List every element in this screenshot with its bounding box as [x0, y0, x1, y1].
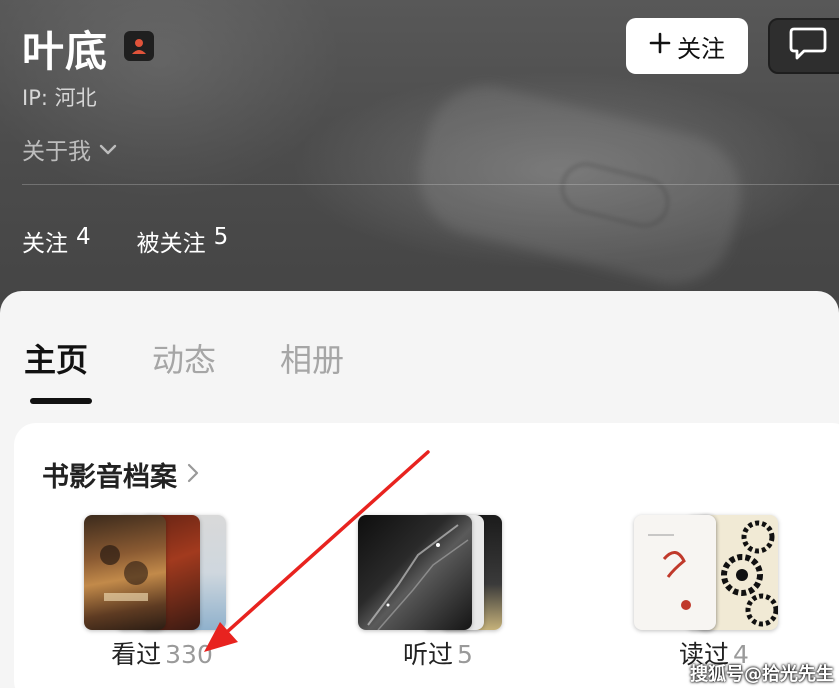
archive-card: 书影音档案 看过 330 听过 5 读过 4 [14, 423, 839, 688]
following-label: 关注 [22, 231, 68, 257]
followers-count: 5 [213, 224, 229, 250]
follow-button-label: 关注 [677, 34, 725, 63]
archive-item-watched[interactable]: 看过 330 [82, 515, 242, 685]
header-divider [22, 184, 839, 185]
message-button[interactable] [768, 18, 839, 74]
about-me-toggle[interactable]: 关于我 [22, 132, 117, 166]
book-cover-1 [634, 515, 716, 630]
tab-album[interactable]: 相册 [280, 335, 344, 381]
profile-header: 叶底 IP: 河北 关于我 关注 4 被关注 5 关注 [0, 0, 839, 300]
follow-button[interactable]: 关注 [626, 18, 748, 74]
movie-cover-1 [84, 515, 166, 630]
music-cover-1 [358, 515, 472, 630]
tab-home[interactable]: 主页 [24, 335, 88, 381]
active-tab-indicator [30, 398, 92, 404]
ip-location: IP: 河北 [22, 86, 97, 110]
follow-stats: 关注 4 被关注 5 [22, 224, 228, 258]
plus-icon [649, 32, 671, 60]
archive-item-listened[interactable]: 听过 5 [358, 515, 518, 685]
tab-activity[interactable]: 动态 [152, 335, 216, 381]
following-count: 4 [76, 224, 91, 250]
following-stat[interactable]: 关注 4 [22, 224, 91, 258]
followers-stat[interactable]: 被关注 5 [137, 224, 229, 258]
listened-label-row: 听过 5 [358, 635, 518, 671]
chat-bubble-icon [788, 26, 828, 66]
archive-title: 书影音档案 [42, 462, 177, 493]
profile-content: 主页 动态 相册 书影音档案 看过 330 听过 5 读过 4 [0, 291, 839, 688]
watched-cover-stack [82, 515, 242, 630]
chevron-down-icon [99, 136, 117, 162]
read-cover-stack [634, 515, 794, 630]
watched-label: 看过 [111, 640, 162, 669]
person-badge-icon [124, 31, 154, 61]
watermark: 搜狐号@拾光先生 [690, 664, 834, 685]
followers-label: 被关注 [136, 231, 206, 257]
chevron-right-icon [187, 459, 199, 490]
listened-cover-stack [358, 515, 518, 630]
profile-tabs: 主页 动态 相册 [24, 335, 344, 381]
watched-count: 330 [165, 640, 213, 669]
listened-label: 听过 [403, 640, 454, 669]
watched-label-row: 看过 330 [82, 635, 242, 671]
archive-title-link[interactable]: 书影音档案 [42, 455, 199, 494]
about-me-label: 关于我 [22, 139, 91, 165]
listened-count: 5 [457, 640, 473, 669]
profile-name: 叶底 [22, 27, 109, 76]
